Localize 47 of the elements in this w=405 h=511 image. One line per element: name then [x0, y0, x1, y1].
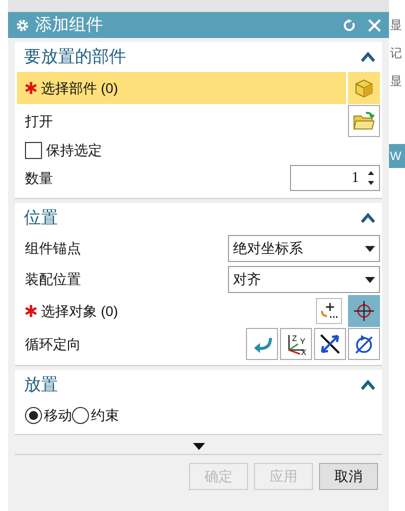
section-title: 放置: [24, 374, 58, 396]
collapse-icon[interactable]: [360, 212, 376, 224]
select-button[interactable]: [348, 295, 380, 327]
selection-label: 选择部件 (0): [41, 78, 118, 98]
cube-icon: [353, 77, 375, 99]
radio-button[interactable]: [72, 406, 89, 424]
gear-icon: [16, 18, 29, 32]
section-title: 位置: [24, 207, 58, 230]
radio-label: 约束: [91, 406, 119, 424]
quantity-label: 数量: [25, 168, 53, 188]
section-title: 要放置的部件: [24, 46, 126, 68]
selection-row[interactable]: 选择部件 (0): [17, 72, 346, 104]
dropdown-arrow-icon: [365, 276, 375, 282]
dropdown[interactable]: 绝对坐标系: [228, 235, 380, 262]
select-button[interactable]: [348, 72, 380, 104]
orient-label: 循环定向: [25, 334, 81, 354]
window-title: 添加组件: [35, 14, 104, 36]
flip-arrows-icon: [318, 332, 342, 356]
background-text: 显: [389, 17, 403, 34]
crosshair-icon: [353, 300, 375, 322]
checkbox-label: 保持选定: [46, 140, 102, 160]
radio-button[interactable]: [25, 406, 42, 424]
dialog-button[interactable]: 取消: [319, 463, 378, 490]
more-options-icon[interactable]: [192, 443, 204, 450]
close-icon[interactable]: [368, 18, 381, 32]
background-text: 显: [389, 73, 403, 90]
orient-button[interactable]: [348, 328, 380, 360]
orient-button[interactable]: [314, 328, 346, 360]
checkbox[interactable]: [25, 142, 42, 158]
background-text: 记: [389, 45, 403, 62]
selection-row[interactable]: 选择对象 (0): [17, 295, 314, 327]
dropdown[interactable]: 对齐: [228, 266, 380, 293]
open-button[interactable]: [348, 105, 380, 137]
field-label: 组件锚点: [25, 239, 81, 258]
selection-label: 选择对象 (0): [41, 302, 118, 321]
quantity-spinner[interactable]: 1: [290, 165, 380, 191]
reset-icon[interactable]: [343, 18, 356, 32]
collapse-icon[interactable]: [360, 379, 376, 391]
point-plus-icon: [319, 301, 339, 321]
field-label: 装配位置: [25, 270, 81, 289]
open-label: 打开: [25, 112, 53, 130]
collapse-icon[interactable]: [360, 51, 376, 63]
point-dialog-button[interactable]: [316, 298, 342, 324]
folder-icon: [352, 110, 376, 132]
dropdown-arrow-icon: [365, 246, 375, 252]
spin-arrows-icon: [367, 169, 375, 187]
radio-label: 移动: [44, 406, 72, 424]
